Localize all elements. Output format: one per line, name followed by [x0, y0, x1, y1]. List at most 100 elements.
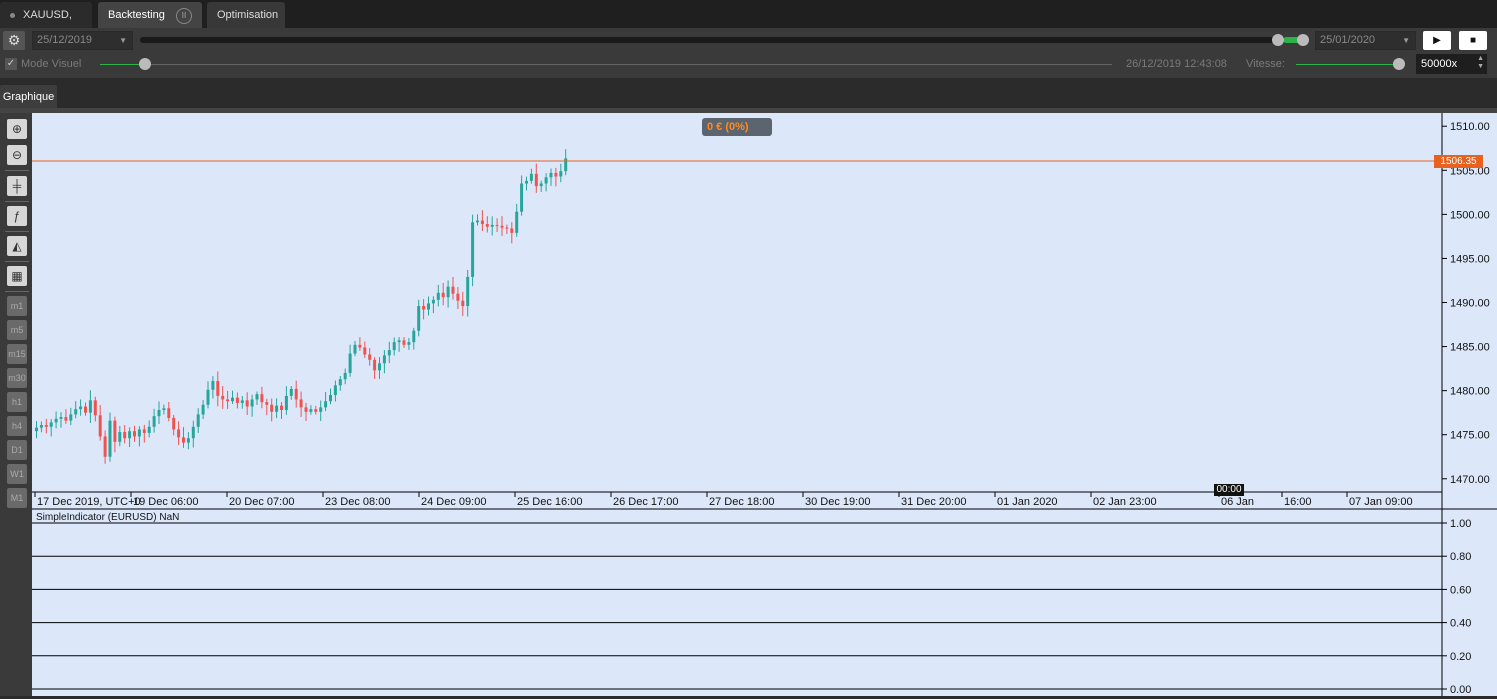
- tab-backtesting[interactable]: Backtesting II: [98, 2, 202, 28]
- y-tick-label: 1490.00: [1450, 298, 1490, 310]
- candle-body: [436, 292, 440, 300]
- timeframe-h4-button[interactable]: h4: [7, 416, 27, 436]
- candle-body: [265, 402, 269, 405]
- pnl-badge: 0 € (0%): [702, 118, 772, 136]
- tab-symbol[interactable]: XAUUSD, h1: [0, 2, 92, 47]
- visual-slider-handle[interactable]: [139, 58, 151, 70]
- play-button[interactable]: ▶: [1423, 31, 1451, 50]
- candle-body: [226, 399, 230, 402]
- candle-body: [392, 342, 396, 351]
- candle-body: [201, 404, 205, 415]
- zoom-out-icon[interactable]: ⊖: [7, 145, 27, 165]
- candle-body: [461, 300, 465, 307]
- speed-input[interactable]: 50000x ▲ ▼: [1416, 54, 1487, 74]
- candle-body: [235, 397, 239, 403]
- candle-body: [554, 172, 558, 177]
- speed-slider-handle[interactable]: [1393, 58, 1405, 70]
- candle-body: [402, 340, 406, 345]
- timeframe-w1-button[interactable]: W1: [7, 464, 27, 484]
- candle-body: [333, 385, 337, 396]
- candle-body: [505, 227, 509, 229]
- timeframe-m1-button[interactable]: m1: [7, 296, 27, 316]
- tab-optimisation[interactable]: Optimisation: [207, 2, 285, 28]
- start-date-select[interactable]: 25/12/2019 ▼: [32, 31, 133, 50]
- zoom-in-icon[interactable]: ⊕: [7, 119, 27, 139]
- candle-body: [466, 276, 470, 307]
- chart-type-icon[interactable]: ╪: [7, 176, 27, 196]
- candle-body: [54, 418, 58, 423]
- candle-body: [162, 408, 166, 411]
- candle-body: [255, 394, 259, 400]
- pause-icon[interactable]: II: [176, 8, 192, 24]
- candle-body: [240, 400, 244, 403]
- indicators-icon[interactable]: ƒ: [7, 206, 27, 226]
- x-tick-label: 31 Dec 20:00: [901, 496, 966, 508]
- tab-optimisation-label: Optimisation: [217, 9, 279, 21]
- candle-body: [275, 405, 279, 412]
- candle-body: [539, 183, 543, 187]
- candle-body: [177, 429, 181, 438]
- candle-body: [118, 432, 122, 442]
- progress-start-handle[interactable]: [1272, 34, 1284, 46]
- candle-body: [564, 158, 568, 172]
- timeframe-mn1-button[interactable]: M1: [7, 488, 27, 508]
- candle-body: [304, 407, 308, 412]
- candle-body: [137, 429, 141, 437]
- timeframe-m5-button[interactable]: m5: [7, 320, 27, 340]
- visual-slider-track[interactable]: [150, 64, 1112, 65]
- toolbar-divider: [5, 231, 29, 232]
- indicator-tick-label: 0.80: [1450, 551, 1471, 563]
- visual-mode-checkbox[interactable]: ✓: [5, 58, 17, 70]
- candle-body: [245, 400, 249, 407]
- candle-body: [358, 344, 362, 348]
- tab-graphique[interactable]: Graphique: [0, 85, 57, 108]
- candle-body: [397, 340, 401, 343]
- candle-body: [343, 373, 347, 380]
- timeframe-m15-button[interactable]: m15: [7, 344, 27, 364]
- chart-settings-icon[interactable]: ▦: [7, 266, 27, 286]
- candle-body: [250, 399, 254, 407]
- candle-body: [270, 404, 274, 412]
- x-tick-label: 17 Dec 2019, UTC+0: [37, 496, 141, 508]
- candle-body: [417, 306, 421, 331]
- y-tick-label: 1500.00: [1450, 209, 1490, 221]
- price-chart[interactable]: 1510.00 1505.00 1500.00 1495.00 1490.00 1485.…: [32, 113, 1497, 696]
- candle-body: [103, 436, 107, 457]
- candle-body: [520, 183, 524, 212]
- candle-body: [142, 429, 146, 433]
- timeframe-d1-button[interactable]: D1: [7, 440, 27, 460]
- stop-button[interactable]: ■: [1459, 31, 1487, 50]
- speed-slider-track[interactable]: [1296, 64, 1396, 65]
- candle-body: [441, 292, 445, 298]
- chart-canvas[interactable]: 1510.001505.001500.001495.001490.001485.…: [32, 113, 1497, 696]
- candle-body: [495, 224, 499, 226]
- indicator-tick-label: 1.00: [1450, 518, 1471, 530]
- candle-body: [471, 222, 475, 277]
- x-tick-label: 07 Jan 09:00: [1349, 496, 1413, 508]
- chevron-down-icon: ▼: [119, 36, 127, 45]
- candle-body: [172, 417, 176, 430]
- candle-body: [35, 427, 38, 432]
- current-time: 26/12/2019 12:43:08: [1126, 58, 1227, 70]
- candle-body: [147, 426, 151, 433]
- gear-icon[interactable]: ⚙: [3, 31, 25, 50]
- candle-body: [549, 172, 553, 178]
- progress-end-handle[interactable]: [1297, 34, 1309, 46]
- candle-body: [84, 406, 87, 413]
- spinner-arrows-icon[interactable]: ▲ ▼: [1477, 55, 1484, 71]
- candle-body: [431, 299, 435, 304]
- drawing-tools-icon[interactable]: ◭: [7, 236, 27, 256]
- candle-body: [93, 400, 97, 416]
- candle-body: [378, 363, 381, 371]
- progress-track[interactable]: [140, 37, 1308, 43]
- y-tick-label: 1480.00: [1450, 386, 1490, 398]
- candle-body: [451, 286, 455, 294]
- candle-body: [363, 347, 367, 355]
- candle-body: [186, 438, 190, 443]
- toolbar-divider: [5, 170, 29, 171]
- candle-body: [422, 306, 426, 310]
- y-tick-label: 1470.00: [1450, 474, 1490, 486]
- end-date-select[interactable]: 25/01/2020 ▼: [1315, 31, 1416, 50]
- timeframe-m30-button[interactable]: m30: [7, 368, 27, 388]
- timeframe-h1-button[interactable]: h1: [7, 392, 27, 412]
